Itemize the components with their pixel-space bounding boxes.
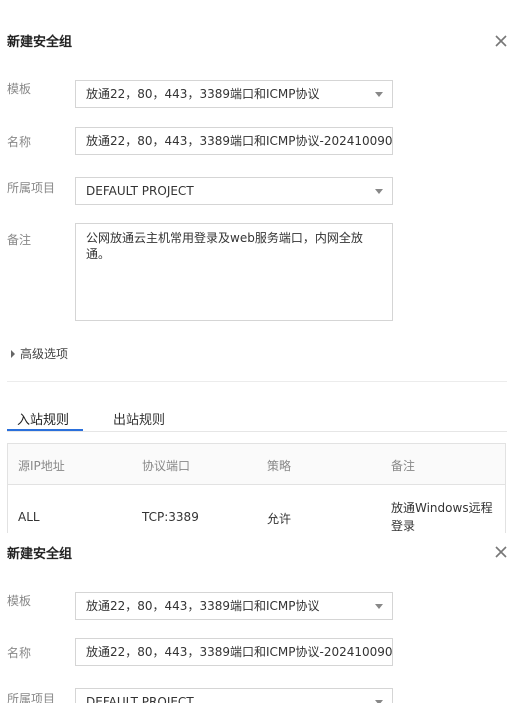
name-label: 名称 (7, 646, 32, 660)
cell-policy: 允许 (267, 512, 292, 526)
name-label: 名称 (7, 135, 32, 149)
tabs-baseline (7, 431, 507, 432)
chevron-down-icon (375, 604, 383, 609)
template-select-value: 放通22，80，443，3389端口和ICMP协议 (86, 87, 320, 101)
chevron-down-icon (375, 189, 383, 194)
template-label: 模板 (7, 594, 32, 608)
cell-remark: 放通Windows远程登录 (391, 501, 493, 533)
column-header-source-ip: 源IP地址 (18, 459, 65, 473)
caret-right-icon (11, 349, 15, 358)
template-label: 模板 (7, 82, 32, 96)
advanced-options-label: 高级选项 (20, 347, 69, 361)
create-security-group-dialog: 新建安全组 模板 放通22，80，443，3389端口和ICMP协议 名称 放通… (0, 0, 516, 533)
cell-source-ip: ALL (18, 510, 40, 524)
table-header: 源IP地址 协议端口 策略 备注 (8, 444, 505, 485)
column-header-remark: 备注 (391, 459, 416, 473)
name-input[interactable]: 放通22，80，443，3389端口和ICMP协议-20241009084 (75, 638, 393, 666)
remark-textarea[interactable]: 公网放通云主机常用登录及web服务端口，内网全放通。 (75, 223, 393, 321)
dialog-title: 新建安全组 (7, 35, 73, 50)
name-input[interactable]: 放通22，80，443，3389端口和ICMP协议-20241009084 (75, 127, 393, 155)
name-input-value: 放通22，80，443，3389端口和ICMP协议-20241009084 (86, 134, 393, 148)
project-select-value: DEFAULT PROJECT (86, 184, 194, 198)
template-select-value: 放通22，80，443，3389端口和ICMP协议 (86, 599, 320, 613)
project-label: 所属项目 (7, 181, 56, 195)
project-select[interactable]: DEFAULT PROJECT (75, 688, 393, 703)
dialog-title: 新建安全组 (7, 547, 73, 562)
column-header-protocol-port: 协议端口 (142, 459, 191, 473)
cell-protocol-port: TCP:3389 (142, 510, 199, 524)
create-security-group-dialog-duplicate: 新建安全组 模板 放通22，80，443，3389端口和ICMP协议 名称 放通… (0, 533, 516, 703)
template-select[interactable]: 放通22，80，443，3389端口和ICMP协议 (75, 592, 393, 620)
project-select-value: DEFAULT PROJECT (86, 695, 194, 703)
inbound-rules-table: 源IP地址 协议端口 策略 备注 ALL TCP:3389 允许 放通Windo… (7, 443, 506, 533)
column-header-policy: 策略 (267, 459, 292, 473)
template-select[interactable]: 放通22，80，443，3389端口和ICMP协议 (75, 80, 393, 108)
project-select[interactable]: DEFAULT PROJECT (75, 177, 393, 205)
project-label: 所属项目 (7, 692, 56, 703)
tab-inbound-rules[interactable]: 入站规则 (17, 409, 69, 428)
tab-outbound-rules[interactable]: 出站规则 (113, 409, 165, 428)
chevron-down-icon (375, 92, 383, 97)
active-tab-indicator (7, 429, 83, 431)
remark-label: 备注 (7, 233, 32, 247)
close-icon[interactable] (494, 34, 508, 48)
section-divider (7, 381, 507, 382)
close-icon[interactable] (494, 545, 508, 559)
name-input-value: 放通22，80，443，3389端口和ICMP协议-20241009084 (86, 645, 393, 659)
advanced-options-toggle[interactable]: 高级选项 (11, 345, 68, 362)
